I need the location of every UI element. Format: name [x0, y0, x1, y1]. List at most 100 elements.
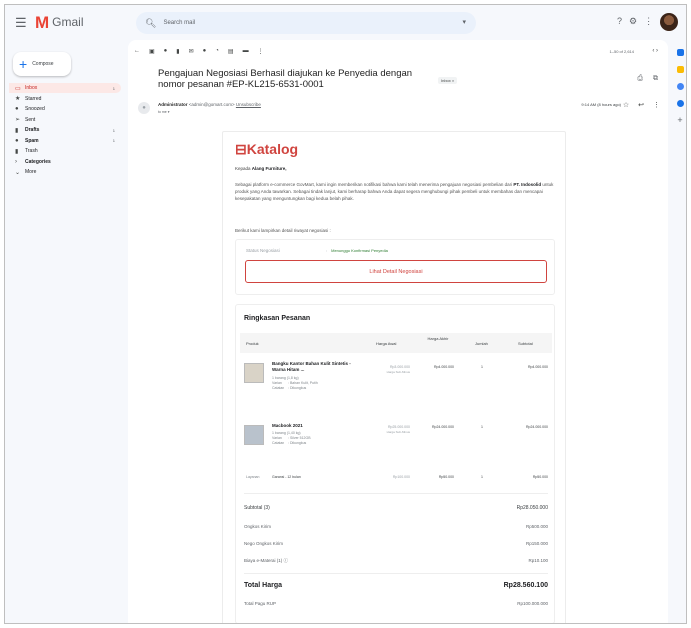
search-input[interactable]: Search mail [163, 20, 195, 26]
status-badge: : Menunggu Konfirmasi Penyedia [326, 248, 388, 253]
move-to-icon[interactable]: ▤ [228, 48, 234, 55]
help-icon[interactable]: ? [617, 16, 622, 27]
separator-colon: : [326, 248, 328, 253]
delete-icon[interactable]: ▮ [176, 48, 179, 55]
open-new-window-icon[interactable]: ⧉ [653, 75, 658, 83]
sidebar-item-label: More [25, 169, 37, 175]
brand-text: Katalog [246, 141, 299, 157]
product-note: Catatan: Dikungkus [272, 386, 307, 390]
more-icon[interactable]: ⋮ [653, 101, 660, 109]
add-addon-icon[interactable]: + [677, 116, 684, 125]
report-spam-icon[interactable]: ● [164, 48, 168, 54]
col-subtotal: Subtotal [518, 341, 533, 346]
message-time: 9:14 AM (8 hours ago) [581, 102, 621, 107]
tasks-icon[interactable] [676, 83, 684, 90]
search-options-icon[interactable]: ▾ [462, 18, 466, 26]
keep-icon[interactable] [676, 66, 684, 73]
gmail-logo[interactable]: M Gmail [35, 14, 84, 31]
sidebar-item-snoozed[interactable]: ● Snoozed [9, 104, 121, 114]
message-panel: ← ▣ ● ▮ ✉ ● ◔ ▤ ▬ ⋮ 1–50 of 2,614 ‹ › Pe… [128, 40, 668, 623]
order-summary: Ringkasan Pesanan Produk Harga Awal Harg… [235, 304, 555, 623]
add-task-icon[interactable]: ◔ [215, 48, 219, 54]
top-right-icons: ? ⚙ ⋮ [617, 16, 653, 27]
sidebar-item-more[interactable]: ⌄ More [9, 167, 121, 177]
account-avatar[interactable] [660, 13, 678, 31]
sidebar-item-label: Trash [25, 148, 38, 154]
greeting: Kepada Alang Furniture, [235, 166, 287, 171]
product-qty: 1 [481, 365, 483, 369]
intro-text-1: Sebagai platform e-commerce GovMart, kam… [235, 182, 514, 187]
back-icon[interactable]: ← [134, 48, 140, 54]
compose-label: Compose [32, 61, 54, 67]
inbox-icon: ▭ [15, 85, 21, 92]
product-image [244, 363, 264, 383]
sender-line: Administrator <admin@gomart.com> Unsubsc… [158, 102, 261, 107]
pagination-arrows-icon[interactable]: ‹ › [652, 48, 658, 54]
sidebar-item-categories[interactable]: › Categories [9, 157, 121, 167]
status-label: Status Negosiasi [246, 248, 280, 253]
negotiation-status-box: Status Negosiasi : Menunggu Konfirmasi Pe… [235, 239, 555, 295]
archive-icon[interactable]: ▣ [149, 48, 155, 55]
sidebar-item-trash[interactable]: ▮ Trash [9, 146, 121, 156]
addon-row: Layanan Garansi - 12 bulan Rp100.000 Rp5… [240, 471, 552, 485]
settings-icon[interactable]: ⚙ [629, 16, 637, 27]
katalog-cart-icon: ⊟ [235, 141, 247, 157]
label-as-icon[interactable]: ▬ [243, 48, 249, 54]
print-icon[interactable]: ⎙ [637, 75, 643, 83]
product-subtotal: Rp4.000.000 [527, 365, 548, 369]
sidebar-item-sent[interactable]: ➢ Sent [9, 115, 121, 125]
recipient-details[interactable]: to me ▾ [158, 110, 169, 114]
sidebar-item-spam[interactable]: ● Spam 1 [9, 136, 121, 146]
sidebar-item-inbox[interactable]: ▭ Inbox 1 [9, 83, 121, 93]
message-actions: ☆ ↩ ⋮ [623, 101, 660, 109]
mark-unread-icon[interactable]: ✉ [189, 48, 194, 55]
search-bar[interactable]: 🔍︎ Search mail ▾ [136, 12, 476, 34]
col-product: Produk [246, 341, 259, 346]
sidebar-item-label: Drafts [25, 127, 40, 133]
spam-icon: ● [15, 137, 19, 144]
gmail-window: ☰ M Gmail 🔍︎ Search mail ▾ ? ⚙ ⋮ + Compo… [4, 4, 687, 624]
search-icon[interactable]: 🔍︎ [145, 18, 156, 29]
contacts-icon[interactable] [676, 100, 684, 107]
reply-icon[interactable]: ↩ [638, 101, 644, 109]
product-price: Rp25.000.000 Harga Sub-Minus [386, 425, 410, 434]
calendar-icon[interactable] [676, 49, 684, 56]
sidebar-item-count: 1 [112, 127, 115, 133]
inbox-label-chip[interactable]: Inbox × [438, 77, 458, 84]
product-variant: Varian: Bahan Kulit, Putih [272, 381, 318, 385]
sidebar-item-count: 1 [112, 138, 115, 143]
sender-avatar: ● [138, 102, 150, 114]
sidebar-item-starred[interactable]: ★ Starred [9, 94, 121, 104]
addon-final-price: Rp50.000 [438, 475, 454, 479]
product-qty: 1 [481, 425, 483, 429]
product-price: Rp3.000.000 Harga Sub-Minus [386, 365, 410, 374]
sidebar-item-drafts[interactable]: ▮ Drafts 1 [9, 125, 121, 135]
star-icon[interactable]: ☆ [623, 101, 629, 109]
summary-title: Ringkasan Pesanan [244, 315, 311, 322]
detail-intro: Berikut kami lampirkan detail riwayat ne… [235, 228, 331, 233]
star-icon: ★ [15, 96, 21, 102]
trash-icon: ▮ [15, 148, 19, 155]
compose-plus-icon: + [19, 56, 28, 72]
side-panel-rail: + [673, 49, 686, 125]
sidebar-item-label: Snoozed [25, 106, 45, 112]
send-icon: ➢ [15, 117, 21, 123]
menu-icon[interactable]: ☰ [15, 16, 27, 29]
product-name[interactable]: Macbook 2021 [272, 423, 356, 429]
compose-button[interactable]: + Compose [13, 52, 71, 76]
addon-label: Layanan [246, 475, 260, 479]
snooze-icon[interactable]: ● [203, 48, 207, 54]
addon-price: Rp100.000 [392, 475, 410, 479]
unsubscribe-link[interactable]: Unsubscribe [236, 102, 261, 107]
more-options-icon[interactable]: ⋮ [258, 48, 264, 55]
product-final-price: Rp24.000.000 [432, 425, 454, 429]
katalog-logo: ⊟Katalog [235, 142, 298, 157]
view-negotiation-button[interactable]: Lihat Detail Negosiasi [245, 260, 547, 283]
apps-icon[interactable]: ⋮ [644, 16, 653, 27]
top-bar: ☰ M Gmail 🔍︎ Search mail ▾ ? ⚙ ⋮ [5, 5, 686, 41]
sender-name: Administrator [158, 102, 188, 107]
product-image [244, 425, 264, 445]
status-value: Menunggu Konfirmasi Penyedia [331, 248, 388, 253]
product-subtotal: Rp24.000.000 [526, 425, 548, 429]
product-name[interactable]: Bangku Kantor Bahan Kulit Sintetis - War… [272, 361, 356, 373]
